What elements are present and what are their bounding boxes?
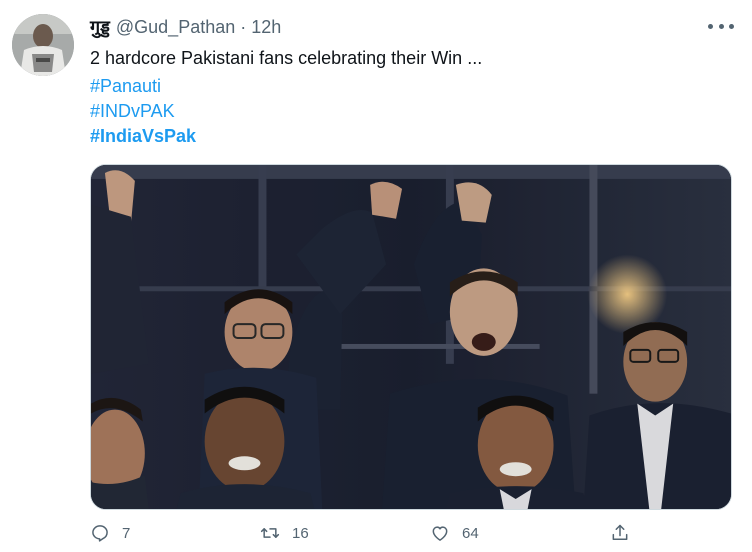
more-dot — [708, 23, 713, 29]
reply-count: 7 — [122, 524, 131, 542]
avatar[interactable] — [12, 14, 74, 76]
share-icon — [612, 524, 628, 540]
retweet-icon — [260, 528, 280, 538]
like-button[interactable]: 64 — [430, 518, 479, 548]
tweet-media-image[interactable] — [90, 164, 732, 510]
share-button[interactable] — [610, 518, 630, 548]
reply-button[interactable]: 7 — [90, 518, 130, 548]
more-dot — [729, 23, 734, 29]
retweet-count: 16 — [292, 524, 309, 542]
hashtag-link[interactable]: #INDvPAK — [90, 99, 175, 123]
tweet-actions-bar: 7 16 64 — [90, 518, 650, 548]
tweet-text: 2 hardcore Pakistani fans celebrating th… — [90, 48, 483, 68]
reply-icon — [92, 525, 108, 542]
tweet-card[interactable]: गुड्ड @Gud_Pathan · 12h 2 hardcore Pakis… — [0, 0, 752, 552]
hashtag-link[interactable]: #IndiaVsPak — [90, 124, 196, 148]
user-handle[interactable]: @Gud_Pathan — [116, 17, 235, 38]
separator-dot: · — [240, 16, 247, 37]
hashtag-link[interactable]: #Panauti — [90, 74, 161, 98]
retweet-button[interactable]: 16 — [260, 518, 309, 548]
more-options-icon[interactable] — [708, 18, 734, 34]
tweet-header: गुड्ड @Gud_Pathan · 12h — [90, 14, 281, 40]
more-dot — [718, 23, 724, 29]
like-count: 64 — [462, 524, 479, 542]
crowd-photo — [91, 165, 731, 509]
heart-icon — [432, 526, 448, 541]
timestamp[interactable]: 12h — [251, 17, 281, 38]
display-name[interactable]: गुड्ड — [90, 15, 110, 39]
